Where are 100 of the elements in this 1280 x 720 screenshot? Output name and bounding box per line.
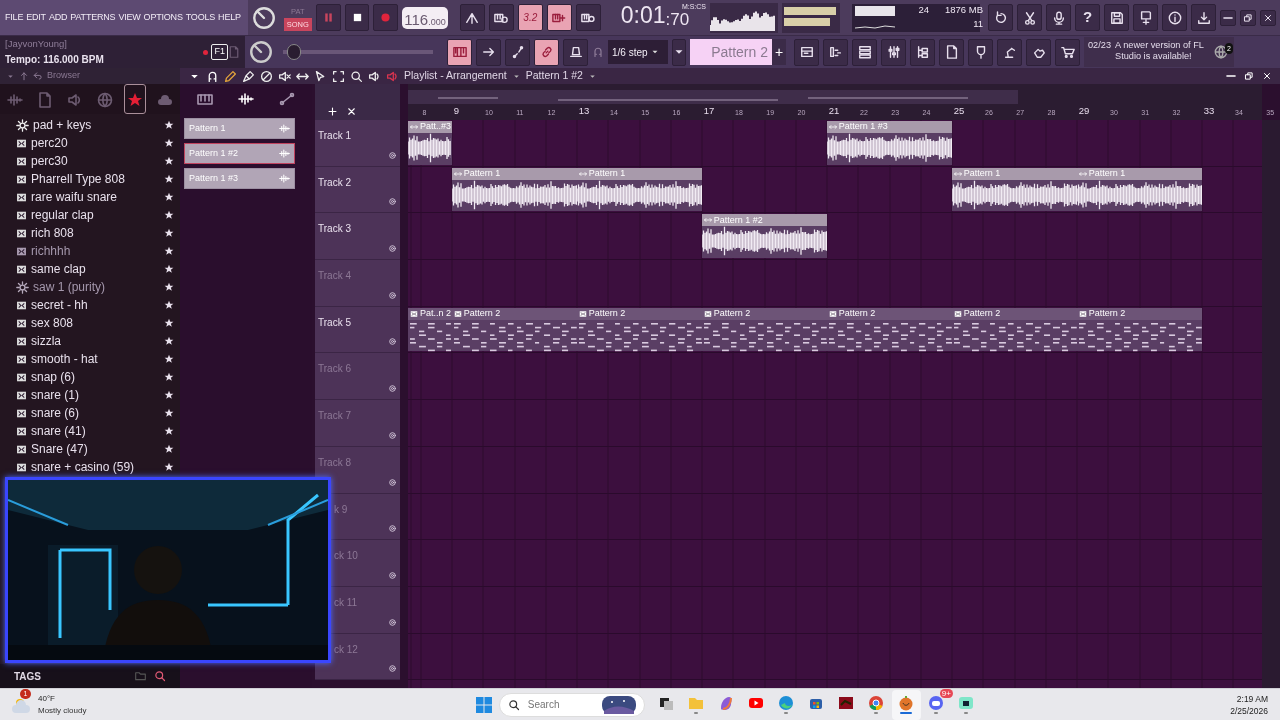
browser-item[interactable]: pad + keys bbox=[33, 116, 160, 134]
mute-icon[interactable] bbox=[388, 617, 397, 627]
mute-icon[interactable] bbox=[388, 290, 397, 300]
track-header[interactable]: Track 2 bbox=[315, 166, 400, 214]
browser-item[interactable]: Snare (47) bbox=[31, 440, 160, 458]
speaker-mute-icon[interactable] bbox=[278, 69, 291, 83]
scrollbar[interactable] bbox=[1262, 120, 1280, 688]
track-header[interactable]: Track 5 bbox=[315, 306, 400, 354]
clip-header[interactable]: Pattern 2 bbox=[1076, 307, 1202, 320]
knob-icon[interactable] bbox=[249, 40, 273, 64]
mute-icon[interactable] bbox=[388, 664, 397, 674]
browser-item[interactable]: sizzla bbox=[31, 332, 160, 350]
toggle-button[interactable] bbox=[488, 4, 514, 31]
knob-icon[interactable] bbox=[251, 5, 276, 30]
add-pattern-button[interactable]: + bbox=[772, 39, 786, 65]
close-icon[interactable] bbox=[1262, 71, 1272, 81]
taskbar-app[interactable]: 9+ bbox=[921, 689, 951, 720]
pattern-clip[interactable]: Pat..n 2 bbox=[408, 307, 452, 352]
browser-item[interactable]: saw 1 (purity) bbox=[33, 278, 160, 296]
mute-icon[interactable] bbox=[388, 244, 397, 254]
minimize-button[interactable] bbox=[1220, 9, 1236, 26]
browser-item[interactable]: snare (6) bbox=[31, 404, 160, 422]
speaker-icon[interactable] bbox=[368, 69, 381, 83]
close-icon[interactable] bbox=[346, 106, 357, 117]
caret-button[interactable] bbox=[672, 38, 686, 66]
mute-icon[interactable] bbox=[388, 337, 397, 347]
toggle-button[interactable]: 3.2 bbox=[517, 4, 543, 31]
browser-item[interactable]: snare + casino (59) bbox=[31, 458, 160, 476]
clip-header[interactable]: Pattern 2 bbox=[451, 307, 577, 320]
touch-button[interactable] bbox=[1026, 38, 1051, 66]
mute-icon[interactable] bbox=[388, 524, 397, 534]
menu-item[interactable]: TOOLS bbox=[185, 10, 216, 25]
mixer-button[interactable] bbox=[881, 38, 906, 66]
mute-icon[interactable] bbox=[388, 570, 397, 580]
toggle-button[interactable] bbox=[534, 38, 559, 66]
mute-icon[interactable] bbox=[388, 430, 397, 440]
browser-item[interactable]: secret - hh bbox=[31, 296, 160, 314]
pattern-clip[interactable]: Pattern 2 bbox=[576, 307, 702, 352]
plugin-button[interactable] bbox=[968, 38, 993, 66]
pattern-clip[interactable]: Pattern 2 bbox=[1076, 307, 1202, 352]
piano-roll-button[interactable] bbox=[823, 38, 848, 66]
channel-rack-button[interactable] bbox=[852, 38, 877, 66]
pattern-clip[interactable]: Pattern 2 bbox=[826, 307, 952, 352]
pattern-clip[interactable]: Pattern 2 bbox=[451, 307, 577, 352]
select-icon[interactable] bbox=[314, 69, 327, 83]
browser-item[interactable]: snare (41) bbox=[31, 422, 160, 440]
mute-icon[interactable] bbox=[388, 150, 397, 160]
browser-item[interactable]: snap (6) bbox=[31, 368, 160, 386]
menu-item[interactable]: ADD bbox=[48, 10, 68, 25]
track-header[interactable]: Track 3 bbox=[315, 213, 400, 261]
menu-item[interactable]: FILE bbox=[5, 10, 24, 25]
mute-icon[interactable] bbox=[388, 477, 397, 487]
help-button[interactable]: ? bbox=[1075, 4, 1100, 31]
current-pattern[interactable]: Pattern 1 #2 bbox=[525, 68, 583, 84]
slider-thumb[interactable] bbox=[287, 44, 302, 60]
toggle-button[interactable] bbox=[575, 4, 601, 31]
restore-icon[interactable] bbox=[1244, 71, 1254, 81]
pattern-clip[interactable]: Pattern 2 bbox=[701, 307, 827, 352]
pattern-clip[interactable]: Pattern 2 bbox=[951, 307, 1077, 352]
browser-item[interactable]: perc30 bbox=[31, 152, 160, 170]
store-button[interactable] bbox=[1055, 38, 1080, 66]
toggle-button[interactable] bbox=[459, 4, 485, 31]
toggle-button[interactable] bbox=[447, 38, 472, 66]
cut-button[interactable] bbox=[1017, 4, 1042, 31]
toggle-button[interactable] bbox=[505, 38, 530, 66]
save-button[interactable] bbox=[1104, 4, 1129, 31]
browser-item[interactable]: perc20 bbox=[31, 134, 160, 152]
browser-item[interactable]: smooth - hat bbox=[31, 350, 160, 368]
browser-item[interactable]: Pharrell Type 808 bbox=[31, 170, 160, 188]
restore-button[interactable] bbox=[1240, 9, 1256, 26]
lamp-button[interactable] bbox=[997, 38, 1022, 66]
browser-item[interactable]: rare waifu snare bbox=[31, 188, 160, 206]
track-header[interactable]: Track 1 bbox=[315, 120, 400, 167]
ban-icon[interactable] bbox=[260, 69, 273, 83]
clip-header[interactable]: Pattern 2 bbox=[701, 307, 827, 320]
clip-header[interactable]: Pat..n 2 bbox=[408, 307, 452, 320]
record-audio-button[interactable] bbox=[1046, 4, 1071, 31]
pencil-icon[interactable] bbox=[224, 69, 237, 83]
brush-icon[interactable] bbox=[242, 69, 255, 83]
document-button[interactable] bbox=[939, 38, 964, 66]
waveform-icon[interactable] bbox=[238, 91, 254, 107]
frame-icon[interactable] bbox=[332, 69, 345, 83]
browser-item[interactable]: same clap bbox=[31, 260, 160, 278]
piano-icon[interactable] bbox=[196, 91, 213, 107]
tempo-field[interactable]: 116.000 bbox=[402, 6, 448, 29]
plus-icon[interactable] bbox=[327, 106, 338, 117]
browser-item[interactable]: richhhh bbox=[31, 242, 160, 260]
search-input[interactable]: Search bbox=[525, 696, 596, 713]
browser-tab[interactable] bbox=[124, 84, 146, 114]
close-button[interactable] bbox=[1260, 9, 1276, 26]
menu-item[interactable]: EDIT bbox=[26, 10, 46, 25]
mute-icon[interactable] bbox=[388, 384, 397, 394]
toggle-button[interactable] bbox=[476, 38, 501, 66]
clip-header[interactable]: Pattern 2 bbox=[576, 307, 702, 320]
menu-item[interactable]: OPTIONS bbox=[143, 10, 183, 25]
browser-item[interactable]: regular clap bbox=[31, 206, 160, 224]
automation-icon[interactable] bbox=[279, 91, 296, 107]
info-button[interactable] bbox=[1162, 4, 1187, 31]
snap-dropdown[interactable]: 1/6 step bbox=[608, 40, 668, 64]
menu-item[interactable]: HELP bbox=[218, 10, 241, 25]
